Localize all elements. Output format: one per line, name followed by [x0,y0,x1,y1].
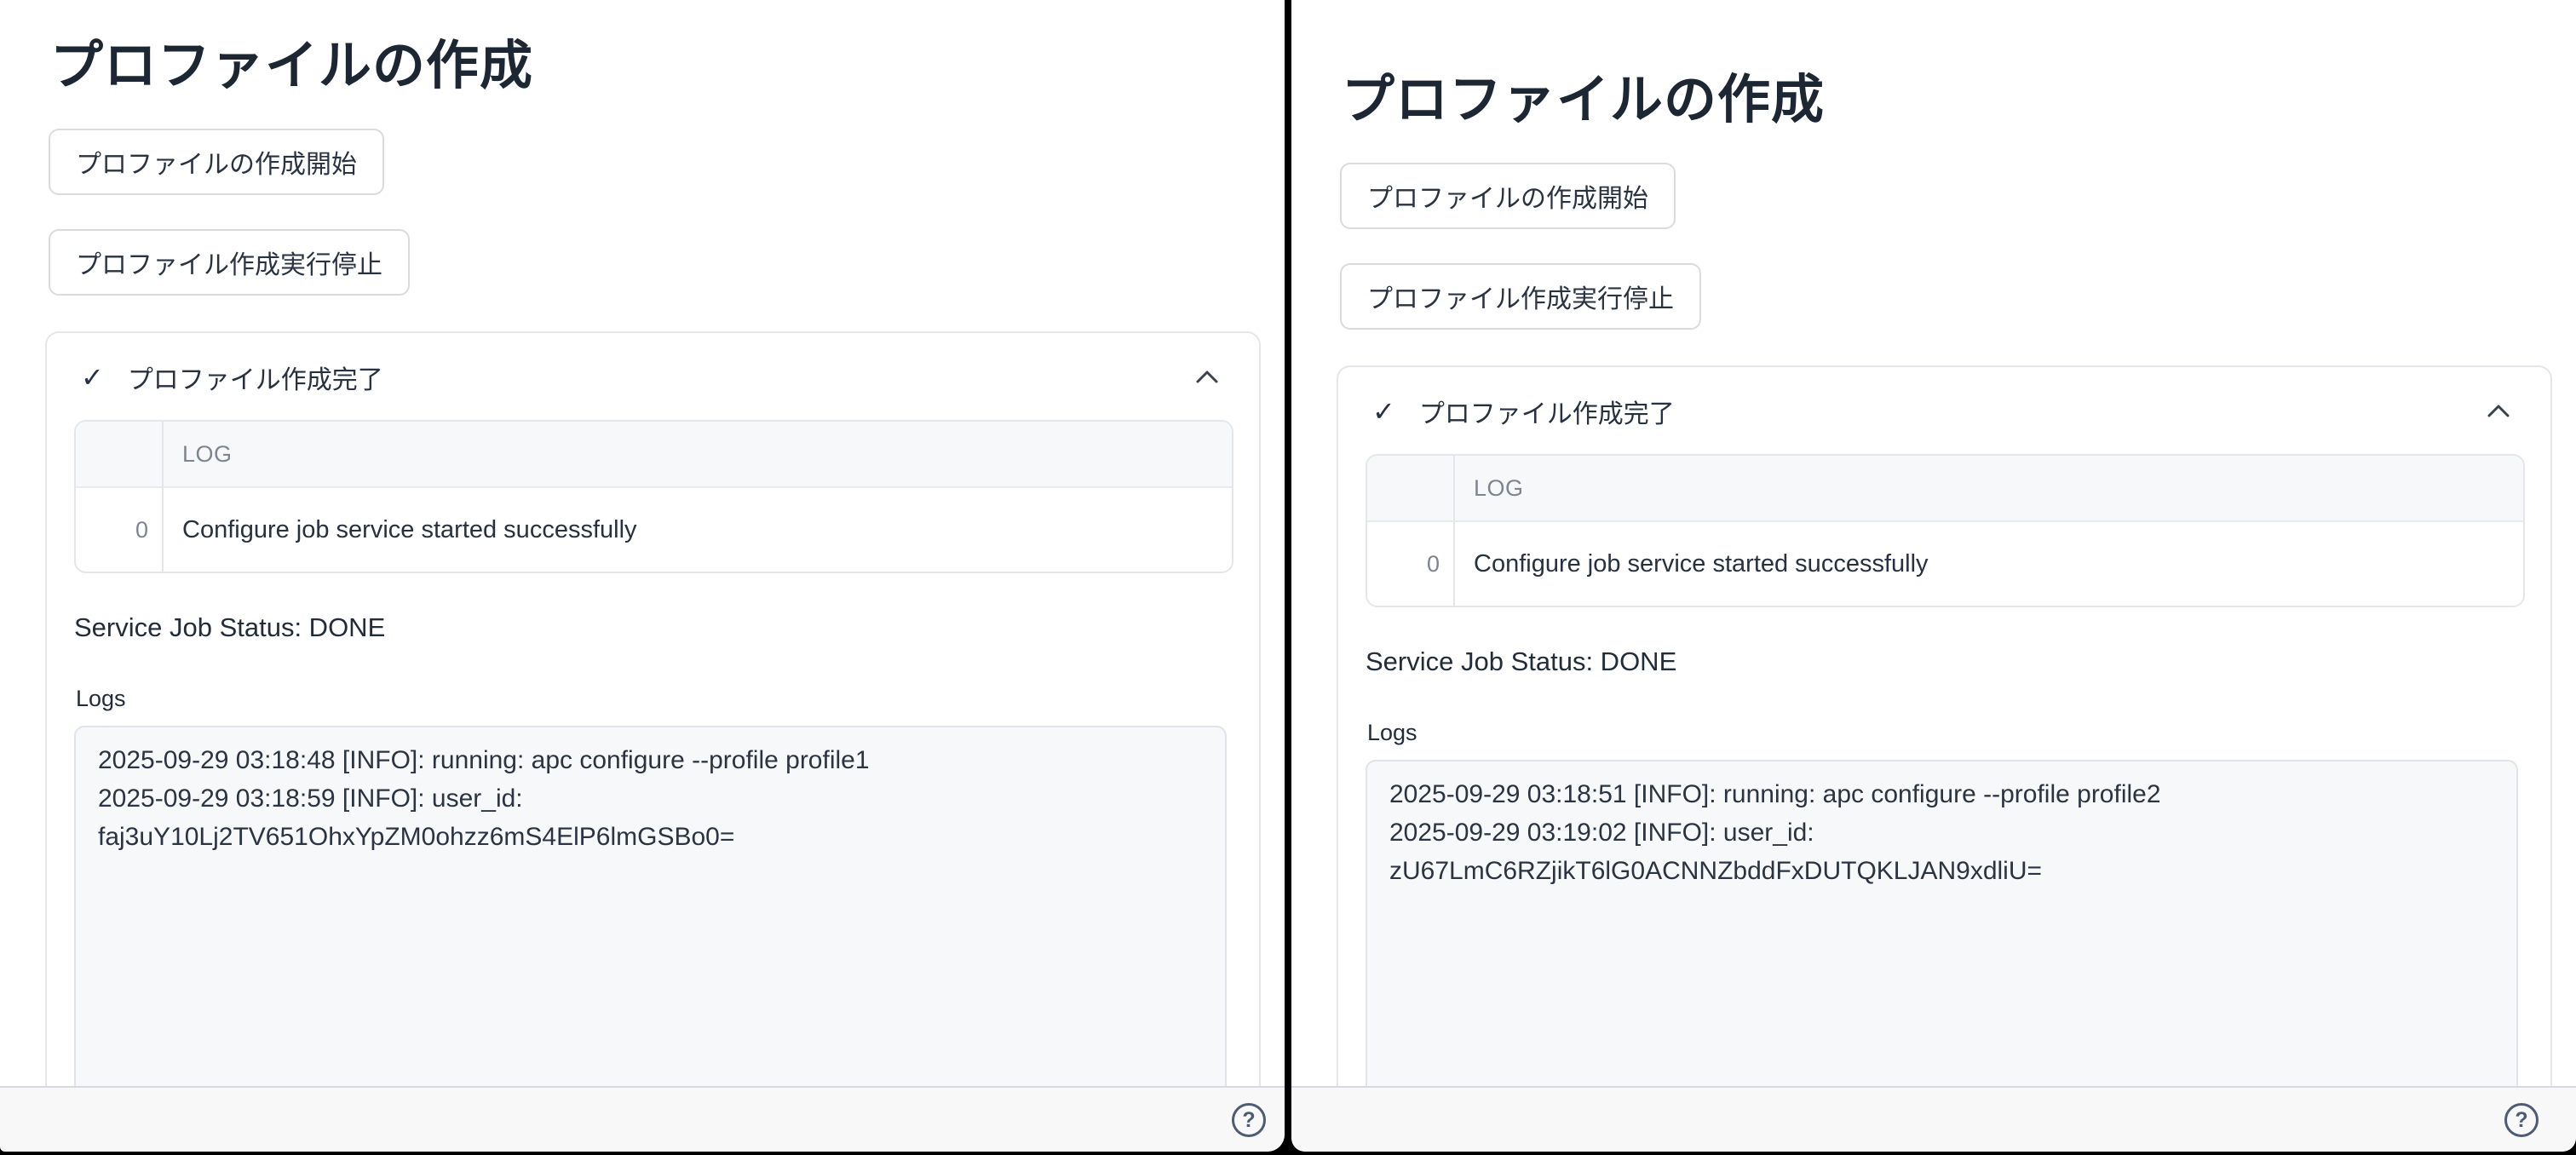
table-log-header: LOG [162,422,1232,486]
start-profile-creation-button[interactable]: プロファイルの作成開始 [1340,163,1676,229]
start-profile-creation-button[interactable]: プロファイルの作成開始 [49,129,384,195]
table-index-header [1367,456,1453,520]
table-index-header [76,422,162,486]
accordion-header[interactable]: ✓ プロファイル作成完了 [1366,391,2523,454]
profile-complete-accordion: ✓ プロファイル作成完了 LOG 0 Configure job service… [1337,365,2552,1152]
help-button[interactable]: ? [2504,1103,2539,1137]
stop-profile-creation-button[interactable]: プロファイル作成実行停止 [49,229,410,296]
profile-complete-accordion: ✓ プロファイル作成完了 LOG 0 Configure job service… [45,331,1261,1152]
footer-bar: ? [1291,1086,2576,1152]
page-content-right: プロファイルの作成 プロファイルの作成開始 プロファイル作成実行停止 ✓ プロフ… [1291,66,2576,1152]
check-icon: ✓ [81,361,104,394]
table-log-header: LOG [1453,456,2523,520]
service-job-status: Service Job Status: DONE [74,612,1232,643]
page-content-left: プロファイルの作成 プロファイルの作成開始 プロファイル作成実行停止 ✓ プロフ… [0,32,1285,1152]
accordion-label: プロファイル作成完了 [1419,393,1675,430]
service-job-status: Service Job Status: DONE [1366,646,2523,677]
help-button[interactable]: ? [1232,1103,1266,1137]
logs-label: Logs [1367,720,2523,746]
logs-label: Logs [76,686,1232,712]
chevron-up-icon [2486,402,2511,421]
footer-bar: ? [0,1086,1285,1152]
page-title: プロファイルの作成 [1342,66,2576,134]
table-row-index: 0 [1367,520,1453,606]
table-row-log: Configure job service started successful… [162,486,1232,572]
table-row-index: 0 [76,486,162,572]
app-window-right: プロファイルの作成 プロファイルの作成開始 プロファイル作成実行停止 ✓ プロフ… [1291,0,2576,1152]
chevron-up-icon [1194,368,1220,387]
log-table: LOG 0 Configure job service started succ… [1366,454,2525,607]
app-window-left: プロファイルの作成 プロファイルの作成開始 プロファイル作成実行停止 ✓ プロフ… [0,0,1285,1152]
stop-profile-creation-button[interactable]: プロファイル作成実行停止 [1340,263,1701,330]
log-table: LOG 0 Configure job service started succ… [74,420,1233,573]
page-title: プロファイルの作成 [50,32,1285,100]
accordion-label: プロファイル作成完了 [128,359,383,396]
check-icon: ✓ [1372,395,1395,428]
accordion-header[interactable]: ✓ プロファイル作成完了 [74,357,1232,420]
table-row-log: Configure job service started successful… [1453,520,2523,606]
